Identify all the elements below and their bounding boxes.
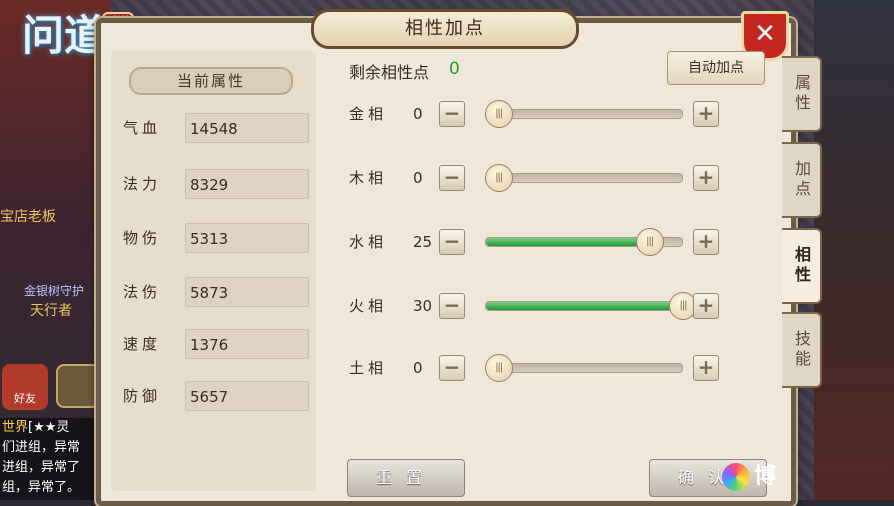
affinity-slider[interactable]: |||: [484, 164, 683, 192]
increase-button[interactable]: +: [693, 165, 719, 191]
affinity-slider[interactable]: |||: [484, 100, 683, 128]
increase-button[interactable]: +: [693, 229, 719, 255]
stat-label: 物伤: [123, 229, 162, 247]
stat-row-phys-dmg: 物伤 5313: [123, 223, 313, 253]
affinity-value: 30: [413, 297, 433, 315]
affinity-value: 0: [413, 105, 423, 123]
affinity-label: 木相: [349, 169, 388, 187]
side-tab[interactable]: 相性: [782, 228, 822, 304]
stat-label: 气血: [123, 119, 162, 137]
remaining-points-label: 剩余相性点: [349, 63, 430, 82]
friends-button[interactable]: 好友: [2, 364, 48, 410]
affinity-dialog: 相性加点 ✕ 当前属性 气血 14548 法力 8329 物伤 5313 法伤 …: [96, 9, 796, 506]
site-watermark: 博: [722, 458, 782, 496]
increase-button[interactable]: +: [693, 355, 719, 381]
affinity-slider[interactable]: |||: [485, 292, 697, 320]
flower-logo-icon: [722, 463, 750, 491]
npc-name-label[interactable]: 宝店老板: [0, 206, 56, 226]
affinity-row: 金相 0− ||| +: [349, 99, 769, 129]
stat-row-speed: 速度 1376: [123, 329, 313, 359]
stat-label: 法伤: [123, 283, 162, 301]
affinity-row: 土相 0− ||| +: [349, 353, 769, 383]
decrease-button[interactable]: −: [439, 165, 465, 191]
dialog-title: 相性加点: [311, 9, 579, 49]
slider-handle[interactable]: |||: [484, 100, 513, 128]
current-attributes-header: 当前属性: [129, 67, 293, 95]
slider-fill: [486, 302, 682, 310]
affinity-row: 火相 30− ||| +: [349, 291, 769, 321]
affinity-label: 土相: [349, 359, 388, 377]
decrease-button[interactable]: −: [439, 101, 465, 127]
slider-fill: [486, 238, 649, 246]
auto-allocate-button[interactable]: 自动加点: [667, 51, 765, 85]
affinity-value: 25: [413, 233, 433, 251]
affinity-row: 木相 0− ||| +: [349, 163, 769, 193]
affinity-slider[interactable]: |||: [485, 228, 683, 256]
increase-button[interactable]: +: [693, 293, 719, 319]
stat-value: 5873: [185, 277, 309, 307]
stat-label: 速度: [123, 335, 162, 353]
reset-button[interactable]: 重置: [347, 459, 465, 497]
stat-label: 法力: [123, 175, 162, 193]
chat-line: 世界[★★灵: [2, 420, 70, 435]
npc-name-label-3[interactable]: 天行者: [30, 300, 72, 320]
stat-row-mp: 法力 8329: [123, 169, 313, 199]
slider-handle[interactable]: |||: [635, 228, 664, 256]
slider-handle[interactable]: |||: [484, 354, 513, 382]
affinity-label: 水相: [349, 233, 388, 251]
increase-button[interactable]: +: [693, 101, 719, 127]
friends-label: 好友: [14, 392, 36, 405]
affinity-slider[interactable]: |||: [484, 354, 683, 382]
chat-line: 组，异常了。: [2, 480, 81, 495]
side-tab[interactable]: 加点: [782, 142, 822, 218]
stat-value: 5313: [185, 223, 309, 253]
chat-line: 们进组，异常: [2, 440, 81, 455]
stat-row-defense: 防御 5657: [123, 381, 313, 411]
side-tab[interactable]: 技能: [782, 312, 822, 388]
decrease-button[interactable]: −: [439, 229, 465, 255]
stat-row-hp: 气血 14548: [123, 113, 313, 143]
decrease-button[interactable]: −: [439, 293, 465, 319]
stat-label: 防御: [123, 387, 162, 405]
remaining-points-value: 0: [449, 59, 460, 79]
stat-value: 5657: [185, 381, 309, 411]
affinity-points-panel: 剩余相性点 0 自动加点 金相 0− ||| + 木相 0− ||| + 水相 25− ||| + 火相…: [323, 51, 775, 497]
stat-row-mag-dmg: 法伤 5873: [123, 277, 313, 307]
current-attributes-panel: 当前属性 气血 14548 法力 8329 物伤 5313 法伤 5873 速度…: [111, 51, 316, 491]
chat-bubble-icon[interactable]: [56, 364, 100, 408]
affinity-value: 0: [413, 169, 423, 187]
affinity-value: 0: [413, 359, 423, 377]
affinity-row: 水相 25− ||| +: [349, 227, 769, 257]
world-right-scene: [814, 0, 894, 500]
npc-name-label-2[interactable]: 金银树守护: [24, 282, 84, 299]
stat-value: 8329: [185, 169, 309, 199]
decrease-button[interactable]: −: [439, 355, 465, 381]
side-tab[interactable]: 属性: [782, 56, 822, 132]
stat-value: 14548: [185, 113, 309, 143]
affinity-label: 金相: [349, 105, 388, 123]
slider-handle[interactable]: |||: [484, 164, 513, 192]
chat-line: 进组，异常了: [2, 460, 81, 475]
chat-log[interactable]: 世界[★★灵 们进组，异常 进组，异常了 组，异常了。: [0, 418, 102, 500]
affinity-label: 火相: [349, 297, 388, 315]
stat-value: 1376: [185, 329, 309, 359]
